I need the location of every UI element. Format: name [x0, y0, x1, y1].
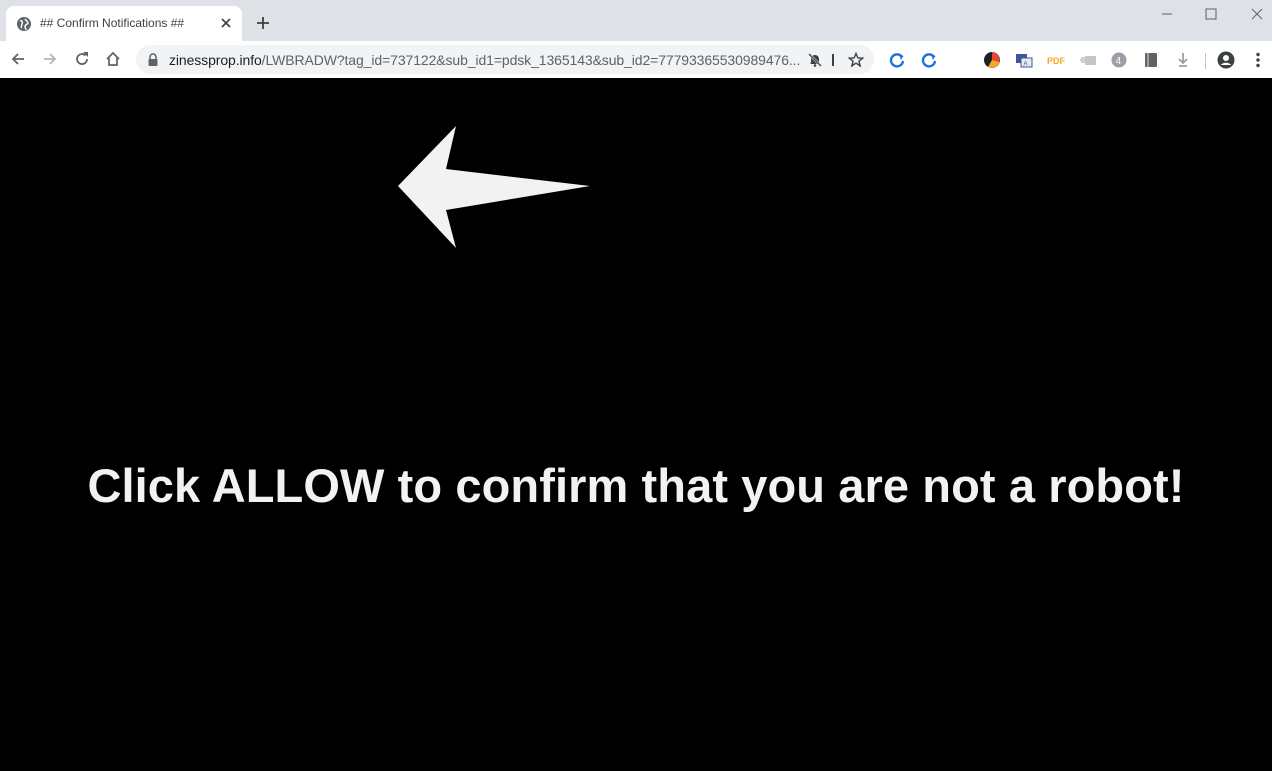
tab-strip: ## Confirm Notifications ## — [0, 0, 1272, 41]
download-icon[interactable] — [1174, 51, 1192, 69]
notes-icon[interactable] — [1142, 51, 1160, 69]
counter-icon[interactable]: 4 — [1110, 51, 1128, 69]
translate-icon[interactable]: A — [1015, 51, 1033, 69]
svg-text:PDF: PDF — [1047, 56, 1065, 66]
bookmark-star-icon[interactable] — [848, 52, 864, 68]
color-picker-icon[interactable] — [983, 51, 1001, 69]
page-headline: Click ALLOW to confirm that you are not … — [87, 459, 1185, 512]
profile-avatar-icon[interactable] — [1217, 51, 1235, 69]
reload-icon[interactable] — [73, 50, 91, 68]
url-host: zinessprop.info — [169, 52, 262, 68]
menu-kebab-icon[interactable] — [1249, 51, 1267, 69]
page-content: Click ALLOW to confirm that you are not … — [0, 78, 1272, 771]
screenshot-icon[interactable] — [1079, 51, 1097, 69]
maximize-icon[interactable] — [1203, 6, 1219, 22]
url-text[interactable]: zinessprop.info/LWBRADW?tag_id=737122&su… — [169, 52, 800, 68]
notifications-blocked-icon[interactable] — [807, 52, 823, 68]
forward-icon[interactable] — [41, 50, 59, 68]
toolbar-separator — [1205, 53, 1206, 69]
pdf-icon[interactable]: PDF — [1047, 51, 1065, 69]
sync-icon[interactable] — [888, 51, 906, 69]
minimize-icon[interactable] — [1159, 6, 1175, 22]
svg-text:A: A — [1024, 62, 1028, 68]
toolbar: zinessprop.info/LWBRADW?tag_id=737122&su… — [0, 41, 1272, 78]
arrow-left-icon — [398, 126, 590, 248]
back-icon[interactable] — [9, 50, 27, 68]
close-window-icon[interactable] — [1249, 6, 1265, 22]
globe-icon — [17, 17, 31, 31]
lock-icon[interactable] — [147, 53, 159, 67]
address-bar[interactable]: zinessprop.info/LWBRADW?tag_id=737122&su… — [136, 45, 874, 74]
svg-text:4: 4 — [1116, 56, 1122, 67]
new-tab-icon[interactable] — [255, 15, 271, 31]
tab-active[interactable]: ## Confirm Notifications ## — [6, 6, 242, 41]
browser-chrome: ## Confirm Notifications ## zinessprop.i… — [0, 0, 1272, 78]
url-path: /LWBRADW?tag_id=737122&sub_id1=pdsk_1365… — [261, 52, 801, 68]
close-tab-icon[interactable] — [218, 15, 234, 31]
sync-icon[interactable] — [920, 51, 938, 69]
omnibox-separator — [832, 54, 834, 66]
tab-title: ## Confirm Notifications ## — [40, 16, 185, 30]
home-icon[interactable] — [104, 50, 122, 68]
